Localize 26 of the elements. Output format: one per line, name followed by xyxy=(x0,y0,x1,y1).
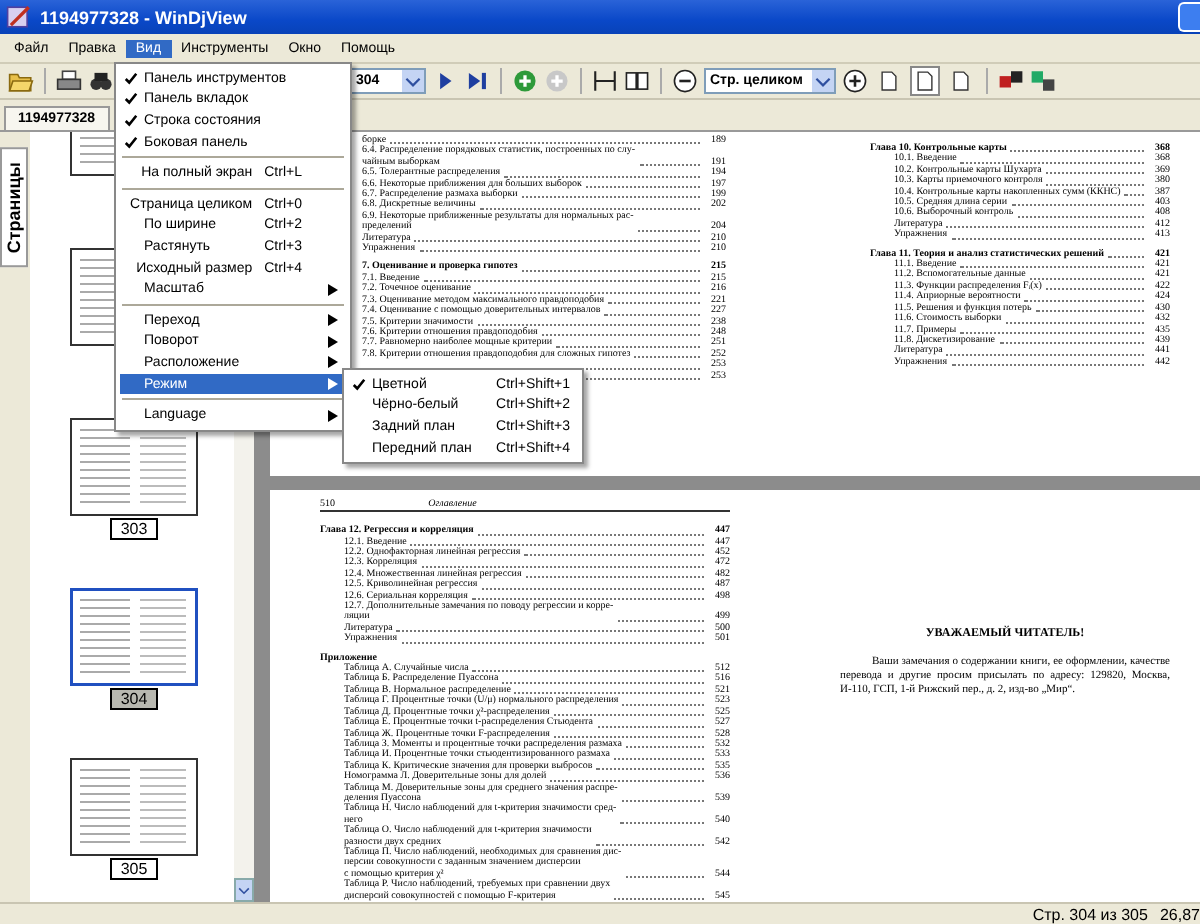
submenu-arrow-icon xyxy=(328,409,338,422)
submenu-arrow-icon xyxy=(328,283,338,296)
binoculars-icon[interactable] xyxy=(88,68,114,94)
page-label[interactable]: 305 xyxy=(110,858,158,880)
title-bar-button[interactable] xyxy=(1178,2,1200,32)
printer-icon[interactable] xyxy=(56,68,82,94)
app-icon xyxy=(6,4,32,30)
two-pages-icon[interactable] xyxy=(624,68,650,94)
page-thumbnail[interactable] xyxy=(70,758,198,856)
page-view-button[interactable] xyxy=(910,66,940,96)
page-status: Стр. 304 из 305 xyxy=(1032,906,1148,924)
page-label[interactable]: 304 xyxy=(110,688,158,710)
zoom-out-icon[interactable] xyxy=(672,68,698,94)
zoom-in-icon[interactable] xyxy=(842,68,868,94)
window-title: 1194977328 - WinDjView xyxy=(40,7,249,27)
page-thumbnail[interactable] xyxy=(70,418,198,516)
pages-tab[interactable]: Страницы xyxy=(0,148,28,268)
page-size-status: 26,87 xyxy=(1159,906,1200,924)
last-page-icon[interactable] xyxy=(464,68,490,94)
page-thumbnail[interactable] xyxy=(70,588,198,686)
page-label[interactable]: 303 xyxy=(110,518,158,540)
color-mode-icon[interactable] xyxy=(998,68,1024,94)
single-page-icon[interactable] xyxy=(592,68,618,94)
color-mode-icon[interactable] xyxy=(1030,68,1056,94)
open-folder-icon[interactable] xyxy=(8,68,34,94)
scroll-down-button[interactable] xyxy=(234,878,254,902)
